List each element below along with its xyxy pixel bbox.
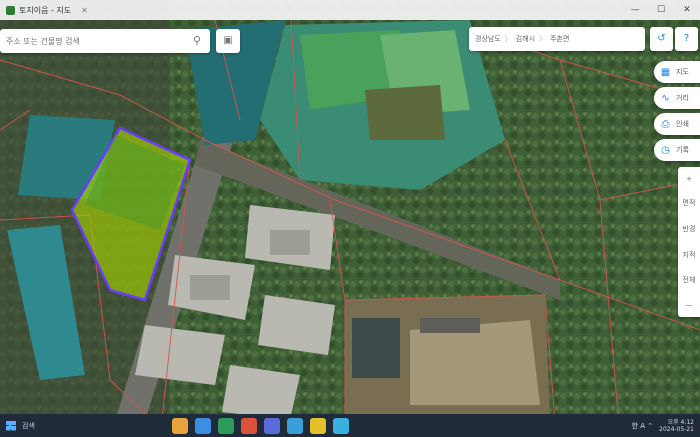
crumb-town[interactable]: 주촌면	[550, 34, 569, 44]
print-icon: ⎙	[661, 118, 670, 130]
measure-icon: ∿	[661, 92, 670, 104]
help-icon[interactable]: ?	[675, 27, 698, 51]
location-breadcrumb: 경상남도 〉 김해시 〉 주촌면	[469, 27, 645, 51]
map-side-toolbar: + 면적 반경 지적 전체 —	[678, 167, 700, 317]
area-tool-button[interactable]: 면적	[683, 198, 696, 208]
maximize-button[interactable]: ☐	[648, 5, 674, 15]
taskbar-search[interactable]: 검색	[22, 421, 122, 431]
zoom-in-button[interactable]: +	[686, 175, 692, 183]
tool-history[interactable]: ◷ 기록	[654, 139, 700, 161]
location-buttons: ↺ ?	[650, 27, 698, 51]
site-favicon-icon	[6, 5, 15, 15]
clock[interactable]: 오후 4:12 2024-05-21	[659, 419, 694, 433]
crumb-separator: 〉	[539, 35, 547, 43]
browser-tab[interactable]: 토지이음 - 지도 ✕	[0, 0, 94, 20]
powerpoint-icon[interactable]	[241, 417, 257, 434]
search-icon[interactable]: ⚲	[190, 34, 204, 48]
start-menu-icon[interactable]	[6, 420, 16, 431]
file-explorer-icon[interactable]	[172, 417, 188, 434]
aerial-map[interactable]	[0, 0, 700, 437]
system-tray: 한 A ⌃ 오후 4:12 2024-05-21	[632, 419, 700, 433]
edge-browser-icon[interactable]	[195, 417, 211, 434]
clock-date: 2024-05-21	[659, 425, 694, 433]
cadastral-tool-button[interactable]: 지적	[683, 250, 696, 260]
excel-icon[interactable]	[218, 417, 234, 434]
bookmark-icon[interactable]: ▣	[216, 29, 240, 53]
tool-label: 기록	[676, 146, 689, 154]
minimize-button[interactable]: —	[622, 5, 648, 15]
tray-indicators[interactable]: 한 A ⌃	[632, 421, 654, 431]
fullscreen-button[interactable]: 전체	[683, 275, 696, 285]
history-icon: ◷	[661, 144, 670, 156]
chrome-icon[interactable]	[333, 417, 349, 434]
crumb-province[interactable]: 경상남도	[475, 34, 501, 44]
browser-titlebar: 토지이음 - 지도 ✕ — ☐ ✕	[0, 0, 700, 20]
radius-tool-button[interactable]: 반경	[683, 224, 696, 234]
tool-label: 인쇄	[676, 120, 689, 128]
address-search-box: ⚲	[0, 29, 210, 53]
outlook-icon[interactable]	[287, 417, 303, 434]
tool-print[interactable]: ⎙ 인쇄	[654, 113, 700, 135]
search-input[interactable]	[6, 36, 190, 46]
tab-title: 토지이음 - 지도	[19, 5, 72, 15]
tool-label: 거리	[676, 94, 689, 102]
crumb-separator: 〉	[504, 35, 512, 43]
teams-icon[interactable]	[264, 417, 280, 434]
close-tab-icon[interactable]: ✕	[81, 6, 88, 15]
zoom-out-button[interactable]: —	[686, 301, 693, 309]
share-icon[interactable]: ↺	[650, 27, 673, 51]
folder-icon[interactable]	[310, 417, 326, 434]
layers-icon: ▦	[660, 66, 671, 78]
crumb-city[interactable]: 김해시	[516, 34, 535, 44]
clock-time: 오후 4:12	[667, 418, 694, 426]
tool-measure[interactable]: ∿ 거리	[654, 87, 700, 109]
taskbar-apps	[172, 417, 349, 434]
close-window-button[interactable]: ✕	[674, 5, 700, 15]
windows-taskbar: 검색 한 A ⌃ 오후 4:12 2024-05-21	[0, 414, 700, 437]
tool-layers[interactable]: ▦ 지도	[654, 61, 700, 83]
tool-label: 지도	[676, 68, 689, 76]
